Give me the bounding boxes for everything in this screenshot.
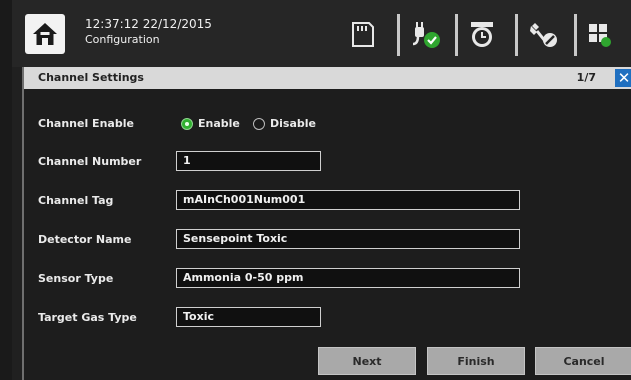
power-status-button[interactable] bbox=[405, 14, 445, 54]
channel-tag-label: Channel Tag bbox=[38, 194, 114, 207]
channel-settings-dialog: Channel Settings 1/7 ✕ Channel Enable En… bbox=[22, 67, 631, 380]
channel-number-label: Channel Number bbox=[38, 155, 142, 168]
finish-button[interactable]: Finish bbox=[427, 347, 525, 375]
channel-number-field[interactable]: 1 bbox=[176, 151, 321, 171]
toolbar-separator bbox=[515, 14, 518, 56]
alarm-button[interactable] bbox=[462, 14, 502, 54]
sd-card-icon bbox=[352, 22, 374, 47]
dialog-title-bar: Channel Settings 1/7 ✕ bbox=[24, 67, 631, 89]
sensor-type-field[interactable]: Ammonia 0-50 ppm bbox=[176, 268, 520, 288]
detector-name-label: Detector Name bbox=[38, 233, 132, 246]
tools-button[interactable] bbox=[522, 14, 562, 54]
grid-layout-icon bbox=[589, 24, 611, 47]
dialog-title: Channel Settings bbox=[38, 71, 144, 84]
enable-radio-label[interactable]: Enable bbox=[198, 117, 240, 130]
top-bar: 12:37:12 22/12/2015 Configuration bbox=[12, 0, 631, 67]
status-clock: 12:37:12 22/12/2015 Configuration bbox=[85, 16, 212, 48]
date-text: 22/12/2015 bbox=[142, 17, 212, 31]
cancel-button[interactable]: Cancel bbox=[535, 347, 631, 375]
home-button[interactable] bbox=[25, 14, 65, 54]
target-gas-type-label: Target Gas Type bbox=[38, 311, 137, 324]
close-button[interactable]: ✕ bbox=[615, 69, 631, 87]
enable-radio[interactable] bbox=[181, 118, 193, 130]
channel-tag-field[interactable]: mAInCh001Num001 bbox=[176, 190, 520, 210]
toolbar-separator bbox=[455, 14, 458, 56]
wrench-icon bbox=[530, 23, 557, 47]
alarm-clock-icon bbox=[471, 22, 493, 47]
detector-name-field[interactable]: Sensepoint Toxic bbox=[176, 229, 520, 249]
next-button[interactable]: Next bbox=[318, 347, 416, 375]
channel-enable-label: Channel Enable bbox=[38, 117, 134, 130]
sd-card-button[interactable] bbox=[343, 14, 383, 54]
layout-button[interactable] bbox=[583, 14, 623, 54]
sensor-type-label: Sensor Type bbox=[38, 272, 114, 285]
time-text: 12:37:12 bbox=[85, 17, 139, 31]
disable-radio[interactable] bbox=[253, 118, 265, 130]
home-icon bbox=[33, 23, 57, 45]
disable-radio-label[interactable]: Disable bbox=[270, 117, 316, 130]
power-plug-check-icon bbox=[412, 22, 440, 48]
toolbar-separator bbox=[397, 14, 400, 56]
close-icon: ✕ bbox=[617, 69, 631, 87]
page-indicator: 1/7 bbox=[576, 71, 596, 84]
target-gas-type-field[interactable]: Toxic bbox=[176, 307, 321, 327]
device-screen: 12:37:12 22/12/2015 Configuration Channe… bbox=[12, 0, 631, 380]
screen-name: Configuration bbox=[85, 33, 160, 46]
toolbar-separator bbox=[574, 14, 577, 56]
